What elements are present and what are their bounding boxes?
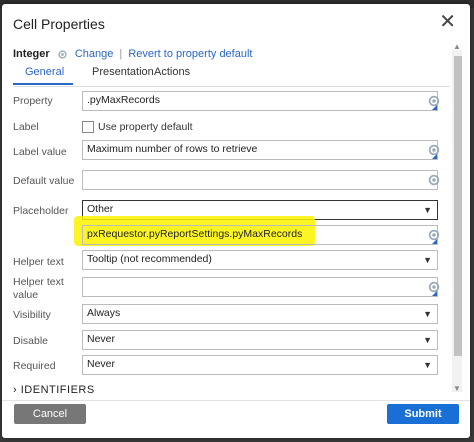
identifiers-section-toggle[interactable]: › IDENTIFIERS (13, 384, 95, 396)
property-field[interactable]: .pyMaxRecords (82, 91, 438, 111)
chevron-down-icon: ▼ (423, 335, 432, 345)
identifiers-section-label: IDENTIFIERS (20, 384, 95, 396)
label-value-label: Label value (13, 146, 67, 158)
chevron-down-icon: ▼ (423, 205, 432, 215)
gear-icon[interactable] (427, 143, 441, 157)
close-icon[interactable]: ✕ (439, 12, 456, 32)
scrollbar-thumb[interactable] (454, 56, 462, 356)
placeholder-selected-value: Other (87, 203, 114, 215)
placeholder-custom-field[interactable]: pxRequestor.pyReportSettings.pyMaxRecord… (82, 225, 438, 245)
helper-text-label: Helper text (13, 256, 64, 268)
active-tab-indicator (13, 83, 73, 85)
scroll-down-icon[interactable]: ▼ (453, 384, 461, 393)
tab-actions[interactable]: Actions (154, 66, 190, 78)
visibility-select[interactable]: Always ▼ (82, 304, 438, 324)
property-label: Property (13, 95, 53, 107)
gear-icon[interactable] (427, 173, 441, 187)
helper-text-value-field[interactable] (82, 277, 438, 297)
property-type: Integer (13, 48, 50, 60)
link-separator: | (119, 48, 123, 60)
gear-icon[interactable] (427, 94, 441, 108)
change-link[interactable]: Change (75, 48, 114, 60)
tab-presentation[interactable]: Presentation (92, 66, 154, 78)
default-value-label: Default value (13, 175, 75, 187)
default-value-field[interactable] (82, 170, 438, 190)
cancel-button[interactable]: Cancel (14, 404, 86, 424)
helper-text-value-label-line2: value (13, 289, 39, 301)
gear-icon[interactable] (427, 280, 441, 294)
submit-button[interactable]: Submit (387, 404, 459, 424)
visibility-selected-value: Always (87, 307, 121, 319)
chevron-down-icon: ▼ (423, 255, 432, 265)
placeholder-custom-value: pxRequestor.pyReportSettings.pyMaxRecord… (87, 228, 303, 240)
helper-text-select[interactable]: Tooltip (not recommended) ▼ (82, 250, 438, 270)
tab-general[interactable]: General (25, 66, 64, 78)
revert-link[interactable]: Revert to property default (128, 48, 252, 60)
scroll-up-icon[interactable]: ▲ (453, 42, 461, 51)
required-label: Required (13, 360, 56, 372)
footer-divider (2, 400, 470, 401)
disable-selected-value: Never (87, 333, 116, 345)
disable-select[interactable]: Never ▼ (82, 330, 438, 350)
property-value: .pyMaxRecords (87, 94, 160, 106)
use-property-default-checkbox[interactable] (82, 121, 94, 133)
placeholder-label: Placeholder (13, 205, 69, 217)
label-value-field[interactable]: Maximum number of rows to retrieve (82, 140, 438, 160)
required-selected-value: Never (87, 358, 116, 370)
helper-text-selected-value: Tooltip (not recommended) (87, 253, 212, 265)
cell-properties-dialog: Cell Properties ✕ Integer Change | Rever… (2, 4, 470, 438)
helper-text-value-label-line1: Helper text (13, 276, 64, 288)
property-type-line: Integer Change | Revert to property defa… (13, 48, 252, 60)
gear-icon[interactable] (427, 228, 441, 242)
tabs-divider (13, 86, 450, 87)
disable-label: Disable (13, 335, 49, 347)
label-value-text: Maximum number of rows to retrieve (87, 143, 258, 155)
label-label: Label (13, 121, 39, 133)
visibility-label: Visibility (13, 309, 51, 321)
chevron-down-icon: ▼ (423, 360, 432, 370)
helper-text-value-label: Helper text value (13, 276, 64, 302)
chevron-down-icon: ▼ (423, 309, 432, 319)
chevron-right-icon: › (13, 384, 18, 396)
required-select[interactable]: Never ▼ (82, 355, 438, 375)
use-property-default-label: Use property default (98, 121, 193, 133)
gear-icon[interactable] (57, 49, 68, 60)
dialog-title: Cell Properties (13, 16, 105, 32)
